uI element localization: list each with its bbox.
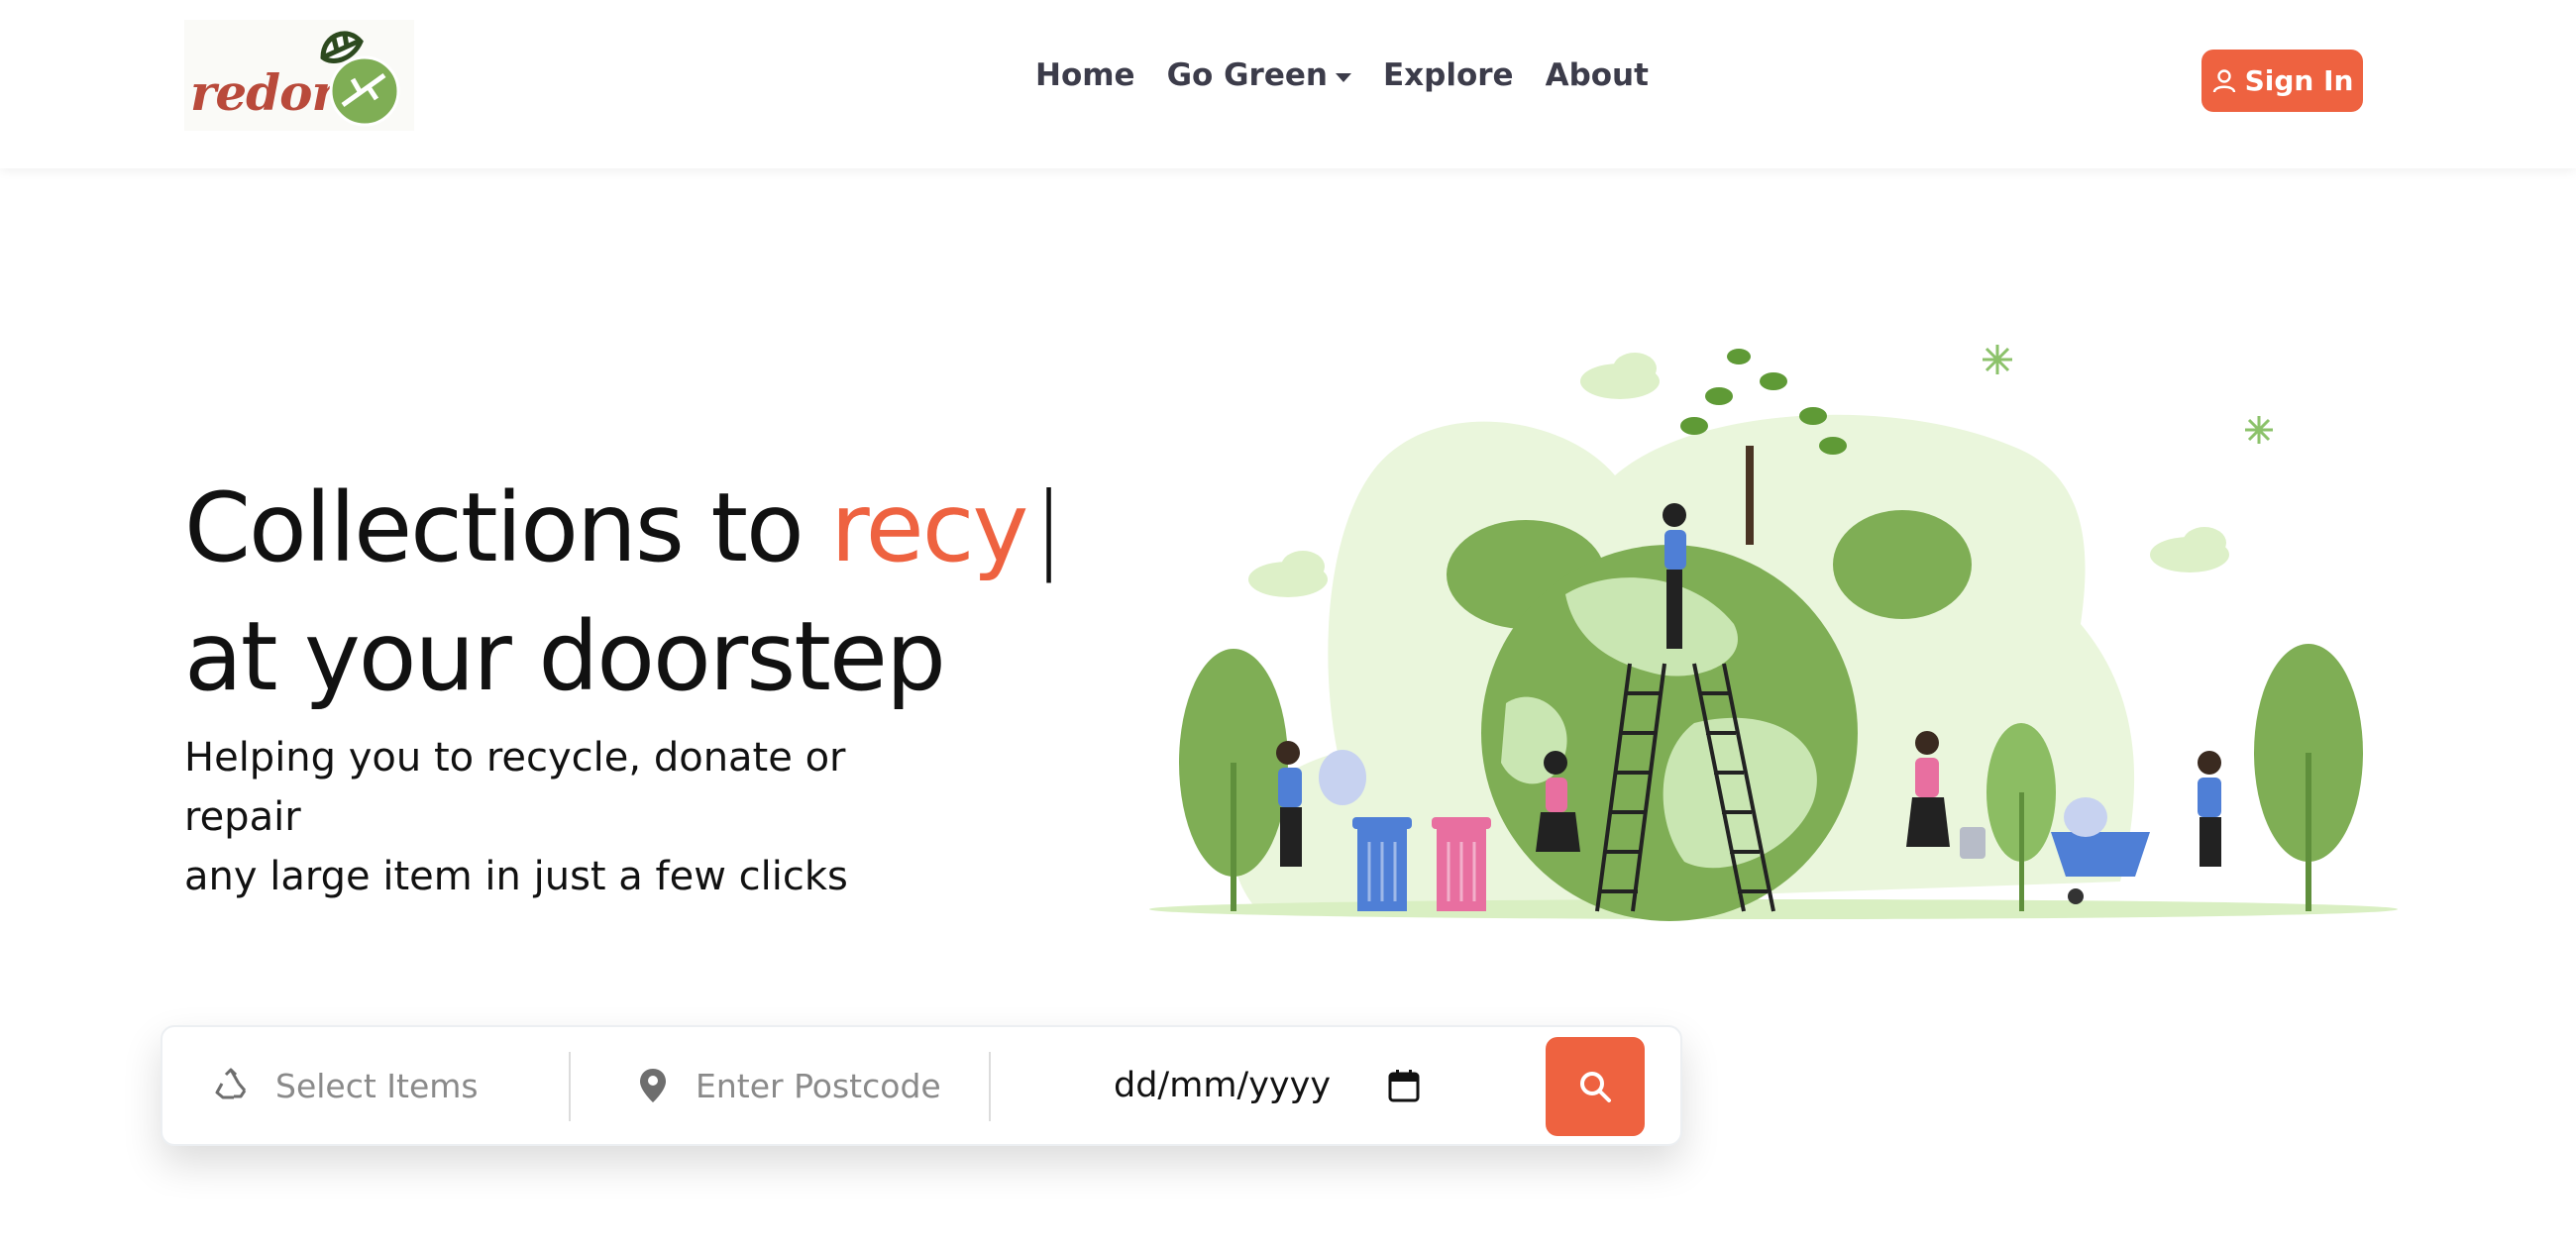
site-header: redore Home Go Green Explore About Sign …: [0, 0, 2576, 168]
search-button[interactable]: [1546, 1037, 1645, 1136]
hero-title-prefix: Collections to: [184, 472, 831, 583]
select-items-field[interactable]: Select Items: [212, 1027, 529, 1144]
postcode-input[interactable]: Enter Postcode: [638, 1027, 975, 1144]
hero-subtitle-line1: Helping you to recycle, donate or repair: [184, 735, 846, 840]
nav-about[interactable]: About: [1546, 57, 1649, 93]
chevron-down-icon: [1335, 72, 1351, 82]
nav-explore[interactable]: Explore: [1383, 57, 1514, 93]
location-pin-icon: [640, 1069, 666, 1102]
nav-go-green-label: Go Green: [1166, 57, 1328, 93]
hero-subtitle-line2: any large item in just a few clicks: [184, 854, 848, 899]
recycling-globe-illustration: [1149, 345, 2398, 921]
date-value: dd/mm/yyyy: [1114, 1066, 1332, 1105]
hero-title-line2: at your doorstep: [184, 601, 946, 712]
sign-in-label: Sign In: [2244, 64, 2354, 97]
nav-explore-label: Explore: [1382, 57, 1514, 93]
nav-go-green[interactable]: Go Green: [1167, 57, 1351, 93]
recycle-icon: [215, 1068, 247, 1099]
nav-home-label: Home: [1035, 57, 1135, 93]
sign-in-button[interactable]: Sign In: [2201, 50, 2363, 112]
field-divider: [989, 1052, 991, 1121]
leaf-icon: [320, 31, 400, 127]
nav-about-label: About: [1545, 57, 1649, 93]
hero-subtitle: Helping you to recycle, donate or repair…: [184, 728, 957, 906]
search-icon: [1580, 1072, 1611, 1102]
postcode-placeholder: Enter Postcode: [696, 1066, 941, 1105]
hero-title-accent: recy: [830, 472, 1028, 583]
collection-search-bar: Select Items Enter Postcode dd/mm/yyyy: [161, 1025, 1682, 1146]
typing-cursor: |: [1032, 472, 1064, 583]
main-nav: Home Go Green Explore About: [1035, 57, 1649, 93]
calendar-icon[interactable]: [1388, 1069, 1420, 1102]
person-icon: [2212, 68, 2235, 92]
field-divider: [569, 1052, 571, 1121]
hero-title: Collections to recy| at your doorstep: [184, 464, 1175, 721]
select-items-placeholder: Select Items: [275, 1066, 479, 1105]
date-input[interactable]: dd/mm/yyyy: [1114, 1027, 1431, 1144]
logo[interactable]: redore: [184, 20, 414, 131]
nav-home[interactable]: Home: [1035, 57, 1135, 93]
